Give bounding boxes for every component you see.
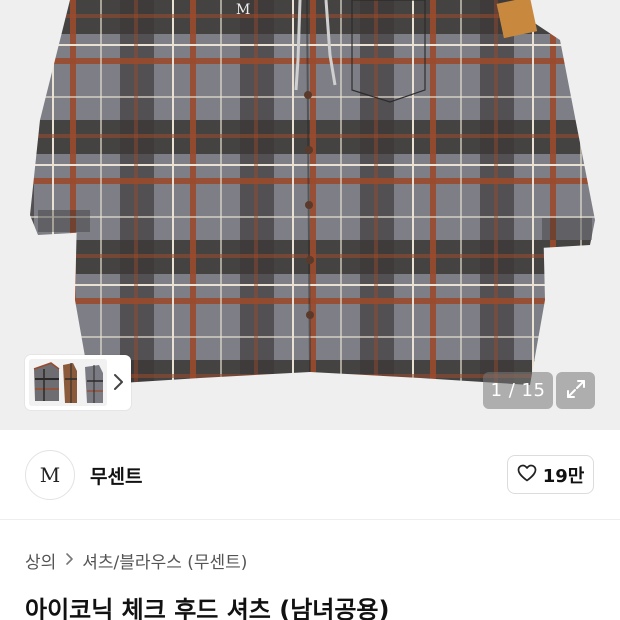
image-counter: 1 / 15: [483, 372, 553, 409]
breadcrumb-item-category[interactable]: 상의: [25, 548, 56, 573]
chevron-right-icon[interactable]: [111, 372, 125, 392]
product-title: 아이코닉 체크 후드 셔츠 (남녀공용): [25, 596, 390, 620]
store-logo-mark: M: [39, 463, 61, 487]
chevron-right-icon: [64, 552, 74, 570]
shirt-thumbnail[interactable]: [29, 359, 107, 406]
heart-icon: [517, 464, 537, 486]
store-row: M 무센트 19만: [0, 430, 620, 520]
store-logo[interactable]: M: [25, 450, 75, 500]
svg-text:M: M: [236, 2, 250, 18]
store-name[interactable]: 무센트: [90, 462, 142, 489]
breadcrumb: 상의 셔츠/블라우스 (무센트): [25, 548, 247, 573]
like-count: 19만: [542, 465, 585, 487]
expand-icon: [565, 378, 587, 404]
like-button[interactable]: 19만: [507, 455, 594, 494]
breadcrumb-item-subcategory[interactable]: 셔츠/블라우스 (무센트): [82, 548, 247, 573]
product-image-gallery[interactable]: M 1 / 15: [0, 0, 620, 430]
thumbnail-strip[interactable]: [25, 355, 131, 410]
expand-button[interactable]: [556, 372, 595, 409]
